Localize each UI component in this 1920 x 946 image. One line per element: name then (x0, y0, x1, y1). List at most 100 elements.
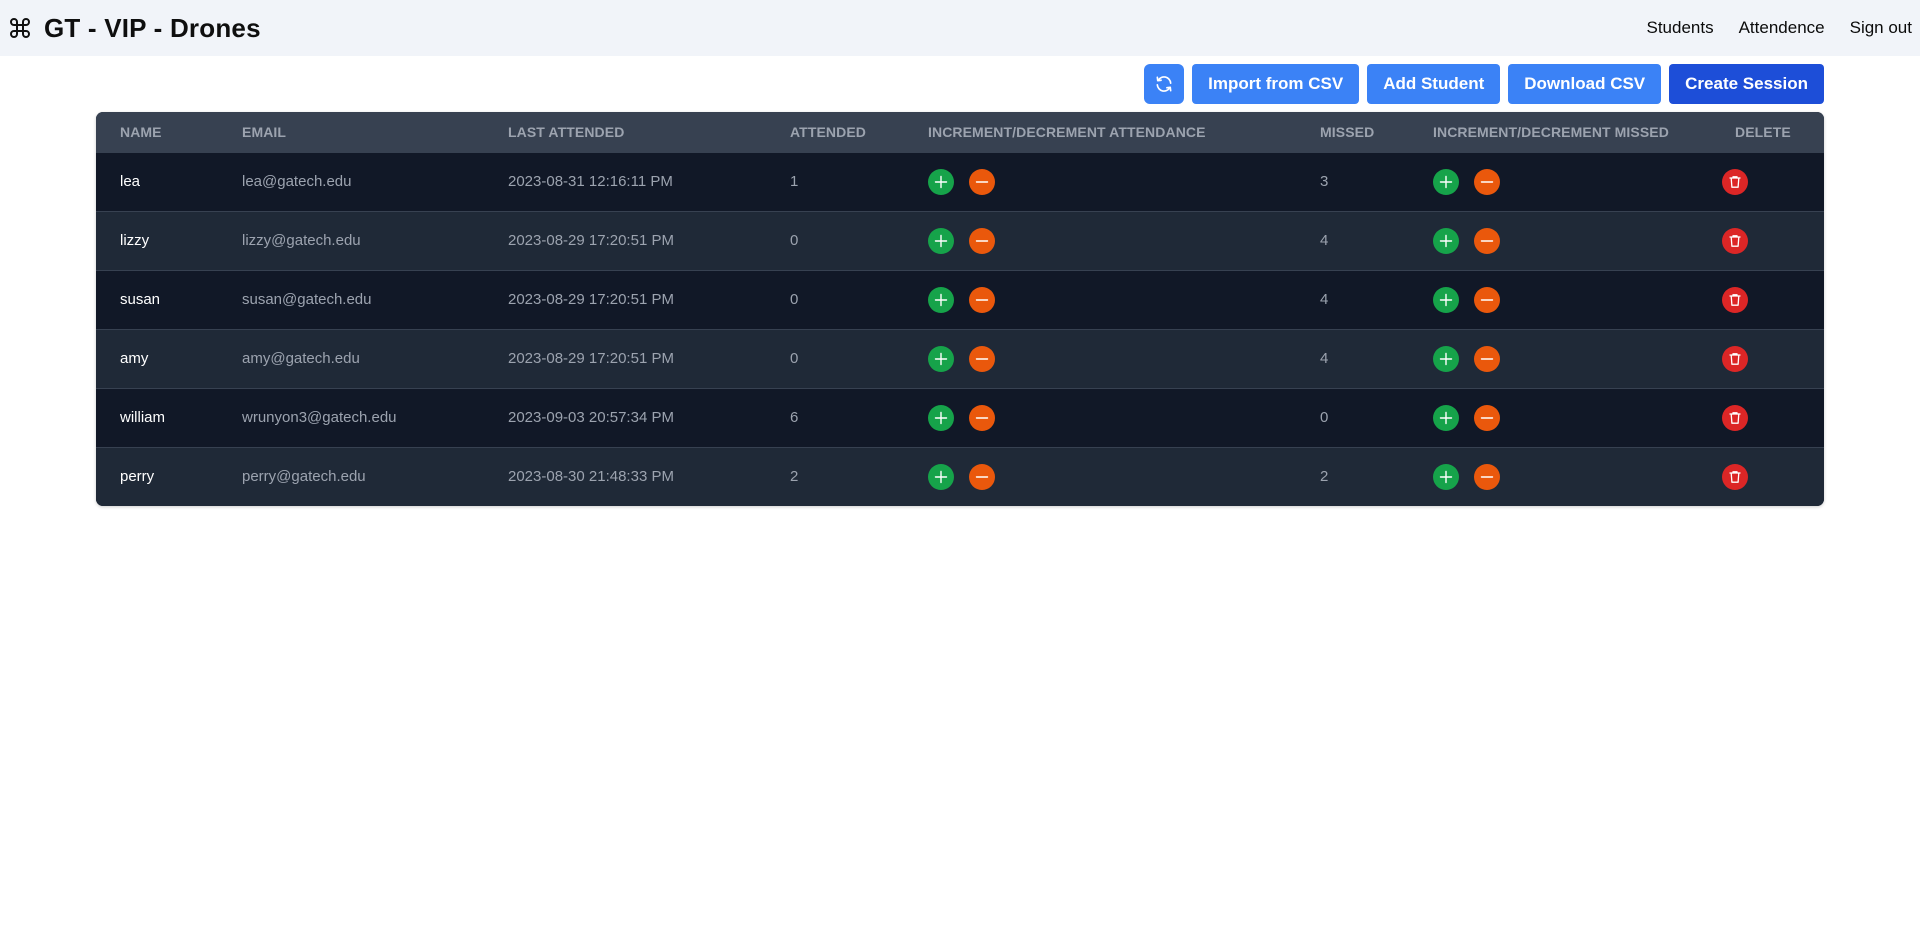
decrement-missed-button[interactable] (1474, 345, 1500, 372)
attended-count: 1 (790, 173, 799, 190)
attended-count: 0 (790, 291, 799, 308)
increment-attendance-button[interactable] (928, 286, 954, 313)
increment-missed-button[interactable] (1433, 463, 1459, 490)
missed-count: 4 (1320, 350, 1329, 367)
nav-links: Students Attendence Sign out (1646, 18, 1912, 38)
plus-icon (1438, 174, 1454, 190)
student-email: amy@gatech.edu (242, 350, 360, 367)
decrement-attendance-button[interactable] (969, 286, 995, 313)
decrement-attendance-button[interactable] (969, 404, 995, 431)
table-row: lea lea@gatech.edu 2023-08-31 12:16:11 PM 1… (96, 152, 1824, 211)
attended-count: 0 (790, 232, 799, 249)
header-missed: Missed (1320, 123, 1375, 140)
add-student-button[interactable]: Add Student (1367, 64, 1501, 104)
last-attended: 2023-08-29 17:20:51 PM (508, 232, 674, 249)
minus-icon (974, 174, 990, 190)
refresh-button[interactable] (1144, 64, 1185, 104)
brand[interactable]: GT - VIP - Drones (8, 13, 261, 44)
missed-controls (1409, 270, 1711, 329)
header-name: Name (120, 123, 162, 140)
import-csv-button[interactable]: Import from CSV (1192, 64, 1360, 104)
missed-count: 0 (1320, 409, 1329, 426)
header-attended: Attended (790, 123, 866, 140)
minus-icon (1479, 292, 1495, 308)
toolbar: Import from CSV Add Student Download CSV… (1144, 64, 1824, 104)
increment-attendance-button[interactable] (928, 463, 954, 490)
decrement-attendance-button[interactable] (969, 168, 995, 195)
student-email: perry@gatech.edu (242, 468, 366, 486)
header-increment-missed: Increment/Decrement Missed (1433, 123, 1669, 140)
delete-button[interactable] (1722, 286, 1748, 313)
student-email: susan@gatech.edu (242, 291, 372, 308)
minus-icon (1479, 174, 1495, 190)
delete-button[interactable] (1722, 463, 1748, 490)
student-email: lea@gatech.edu (242, 173, 352, 190)
attendance-controls (904, 388, 1296, 447)
minus-icon (1479, 410, 1495, 426)
last-attended: 2023-08-31 12:16:11 PM (508, 173, 673, 190)
delete-cell (1711, 329, 1824, 388)
increment-missed-button[interactable] (1433, 404, 1459, 431)
plus-icon (1438, 469, 1454, 485)
missed-count: 3 (1320, 173, 1329, 190)
decrement-missed-button[interactable] (1474, 227, 1500, 254)
decrement-attendance-button[interactable] (969, 345, 995, 372)
decrement-attendance-button[interactable] (969, 227, 995, 254)
last-attended: 2023-08-29 17:20:51 PM (508, 291, 674, 308)
header-last-attended: Last Attended (508, 123, 625, 140)
student-name: amy (120, 350, 149, 367)
last-attended: 2023-08-29 17:20:51 PM (508, 350, 674, 367)
increment-attendance-button[interactable] (928, 404, 954, 431)
plus-icon (1438, 233, 1454, 249)
increment-missed-button[interactable] (1433, 345, 1459, 372)
decrement-missed-button[interactable] (1474, 286, 1500, 313)
increment-attendance-button[interactable] (928, 345, 954, 372)
missed-controls (1409, 329, 1711, 388)
decrement-missed-button[interactable] (1474, 463, 1500, 490)
nav-link-attendence[interactable]: Attendence (1739, 18, 1825, 38)
increment-attendance-button[interactable] (928, 168, 954, 195)
delete-button[interactable] (1722, 404, 1748, 431)
delete-button[interactable] (1722, 227, 1748, 254)
attended-count: 2 (790, 468, 799, 486)
minus-icon (1479, 351, 1495, 367)
plus-icon (933, 410, 949, 426)
trash-icon (1727, 351, 1743, 367)
refresh-icon (1154, 74, 1174, 94)
delete-button[interactable] (1722, 345, 1748, 372)
trash-icon (1727, 233, 1743, 249)
minus-icon (974, 351, 990, 367)
attended-count: 6 (790, 409, 799, 426)
plus-icon (1438, 410, 1454, 426)
navbar: GT - VIP - Drones Students Attendence Si… (0, 0, 1920, 56)
plus-icon (933, 174, 949, 190)
increment-missed-button[interactable] (1433, 227, 1459, 254)
increment-attendance-button[interactable] (928, 227, 954, 254)
plus-icon (1438, 351, 1454, 367)
table-row: amy amy@gatech.edu 2023-08-29 17:20:51 PM 0… (96, 329, 1824, 388)
missed-count: 2 (1320, 468, 1329, 486)
decrement-missed-button[interactable] (1474, 404, 1500, 431)
command-icon (8, 16, 32, 40)
minus-icon (1479, 469, 1495, 485)
increment-missed-button[interactable] (1433, 168, 1459, 195)
missed-controls (1409, 447, 1711, 506)
download-csv-button[interactable]: Download CSV (1508, 64, 1662, 104)
delete-button[interactable] (1722, 168, 1748, 195)
increment-missed-button[interactable] (1433, 286, 1459, 313)
minus-icon (974, 292, 990, 308)
missed-controls (1409, 152, 1711, 211)
nav-link-sign-out[interactable]: Sign out (1850, 18, 1912, 38)
plus-icon (933, 233, 949, 249)
decrement-attendance-button[interactable] (969, 463, 995, 490)
table-row: susan susan@gatech.edu 2023-08-29 17:20:51… (96, 270, 1824, 329)
create-session-button[interactable]: Create Session (1669, 64, 1824, 104)
nav-link-students[interactable]: Students (1646, 18, 1713, 38)
student-name: lea (120, 173, 141, 190)
decrement-missed-button[interactable] (1474, 168, 1500, 195)
missed-controls (1409, 211, 1711, 270)
missed-controls (1409, 388, 1711, 447)
table-row: william wrunyon3@gatech.edu 2023-09-03 20:… (96, 388, 1824, 447)
student-name: perry (120, 468, 155, 486)
last-attended: 2023-09-03 20:57:34 PM (508, 409, 674, 426)
